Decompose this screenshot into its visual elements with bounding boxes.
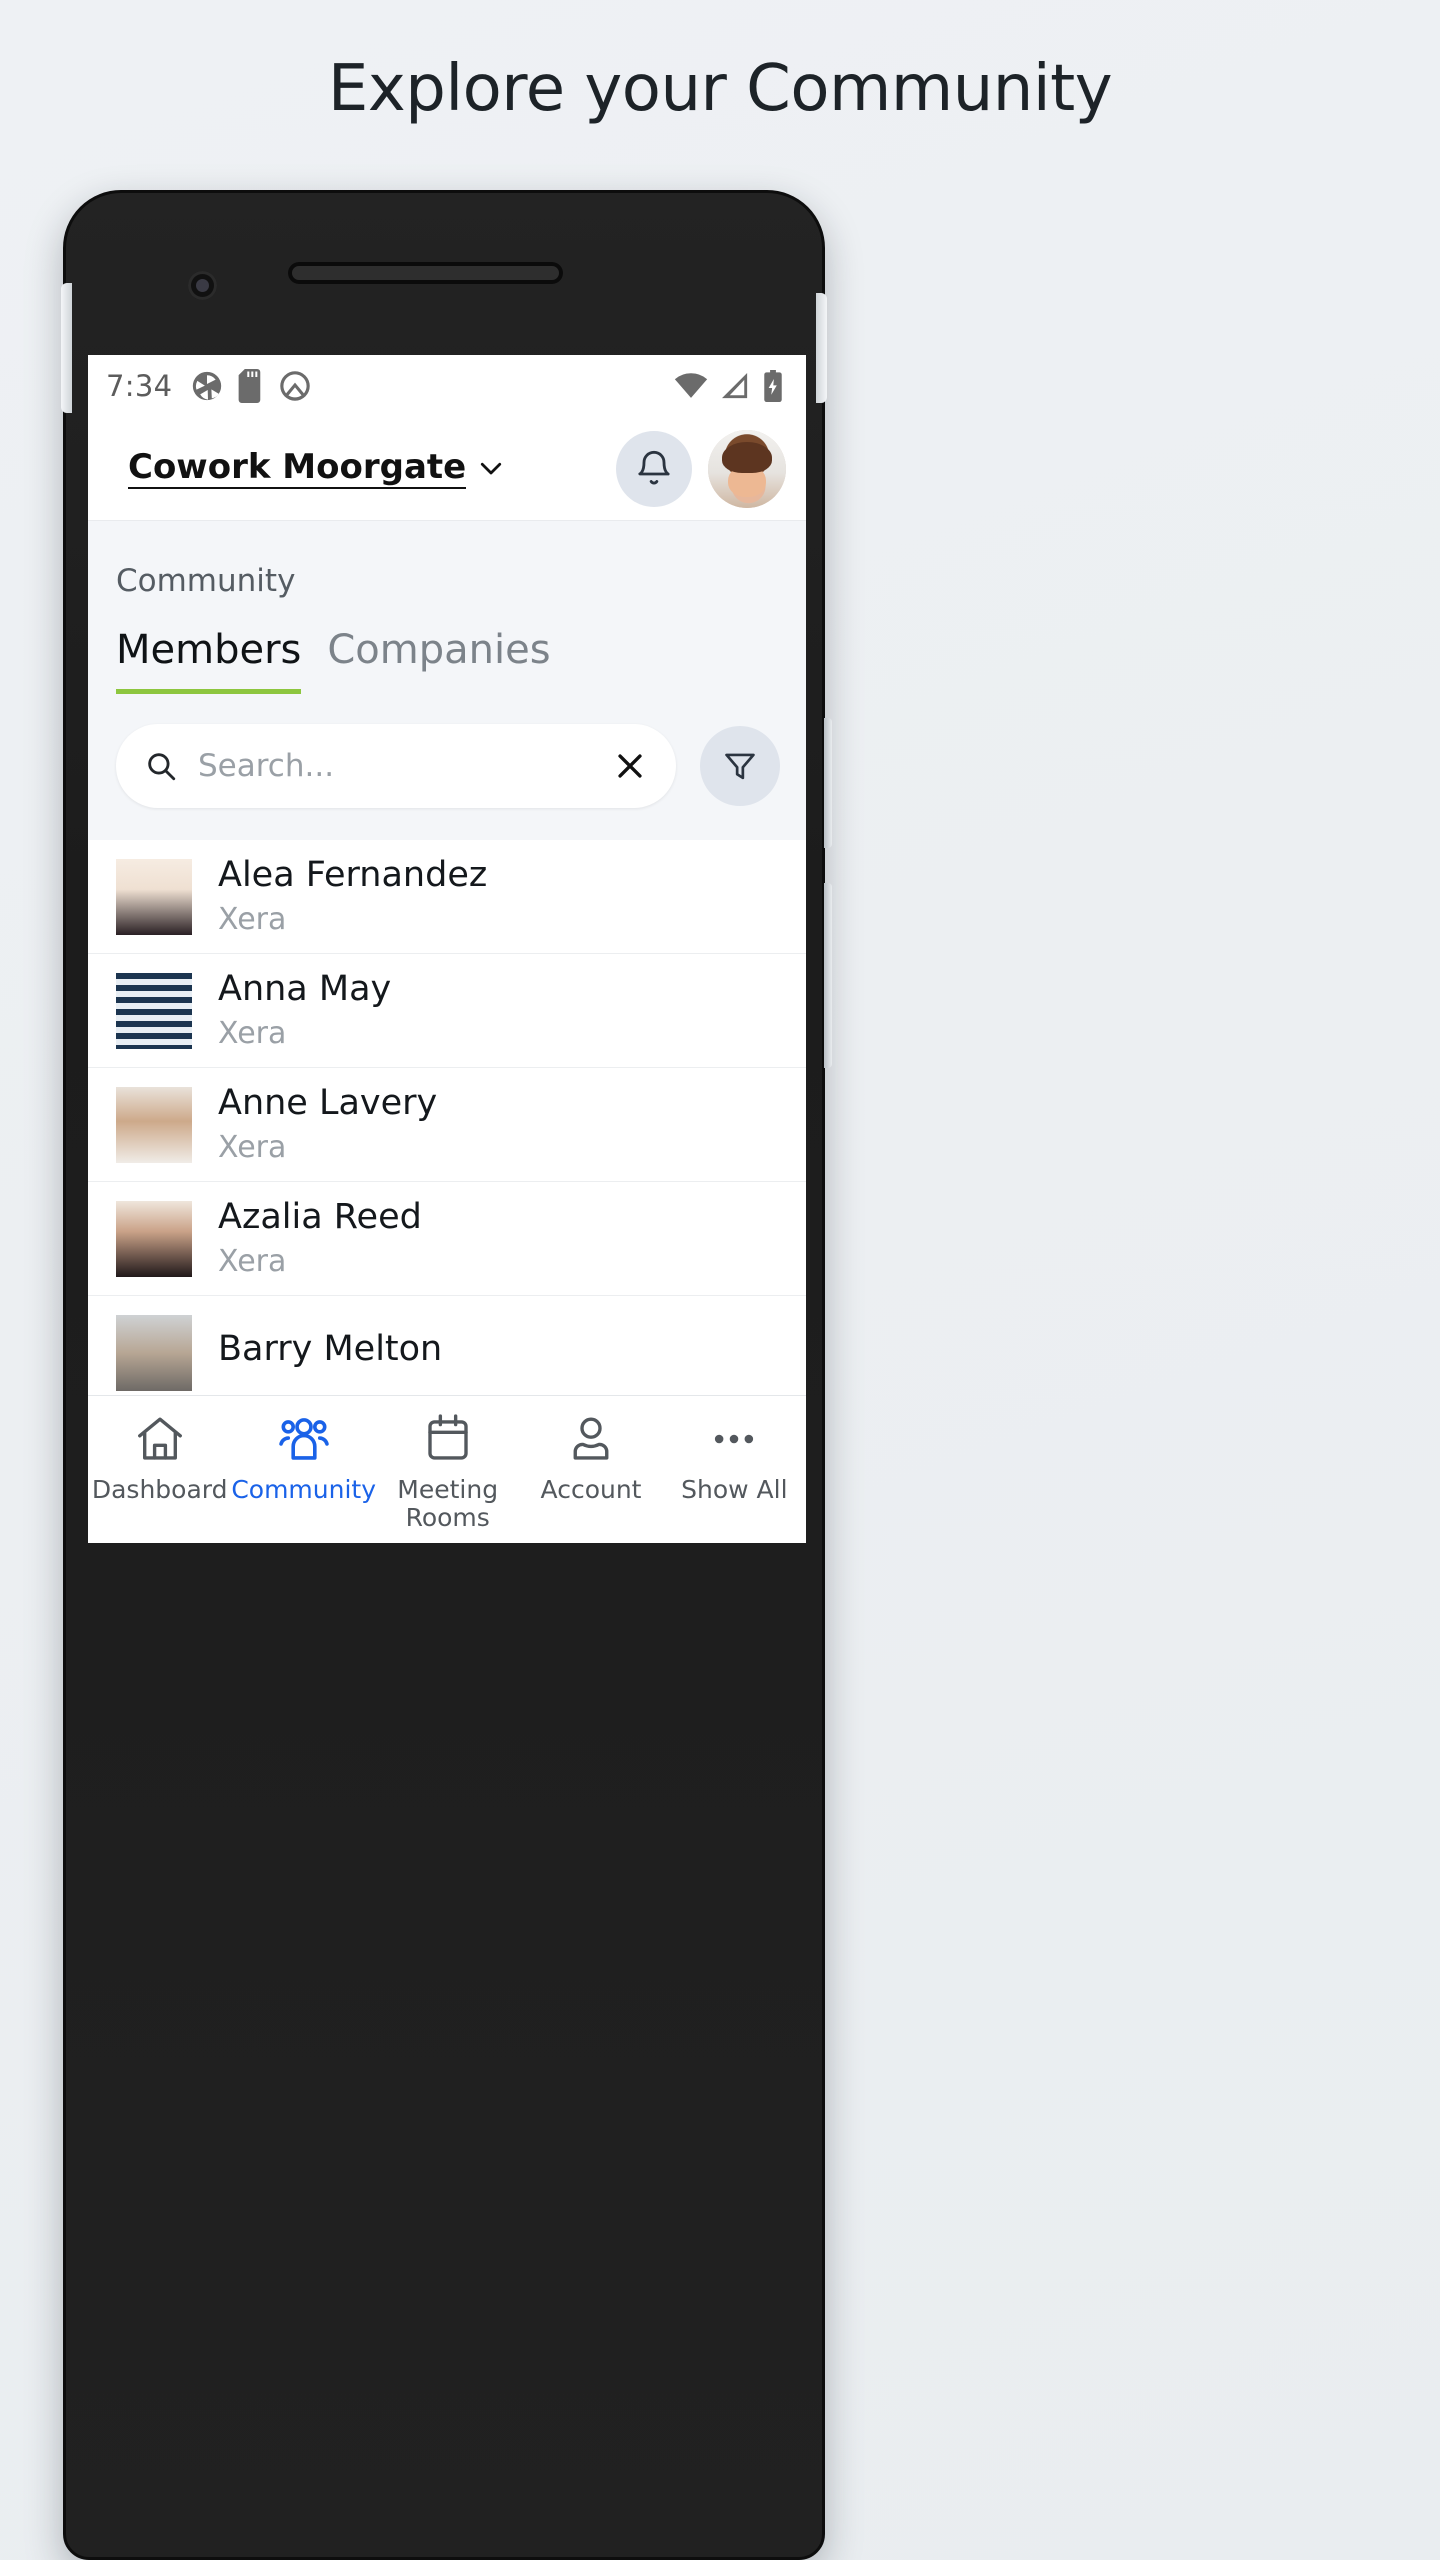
circle-slash-icon	[280, 371, 311, 401]
phone-body: 7:34 Cowork Moorgate Community Members C…	[61, 190, 832, 2560]
search-row: Search...	[88, 694, 806, 840]
sd-card-icon	[238, 369, 261, 403]
camera-shutter-icon	[193, 371, 222, 401]
member-name: Anna May	[218, 969, 392, 1010]
phone-screen: 7:34 Cowork Moorgate Community Members C…	[88, 355, 806, 1543]
search-icon	[148, 753, 176, 781]
nav-item-meeting-rooms[interactable]: Meeting Rooms	[376, 1412, 519, 1532]
community-tabs: Members Companies	[88, 599, 806, 694]
status-bar: 7:34	[88, 355, 806, 417]
status-bar-clock: 7:34	[106, 369, 173, 403]
list-item[interactable]: Azalia Reed Xera	[88, 1182, 806, 1296]
phone-edge-right	[816, 293, 827, 403]
bottom-navigation-bar: Dashboard Community Meeting Rooms Accoun…	[88, 1395, 806, 1543]
filter-button[interactable]	[700, 726, 780, 806]
bell-icon	[638, 450, 670, 484]
chevron-down-icon	[481, 463, 502, 475]
avatar	[116, 1314, 192, 1391]
search-placeholder: Search...	[198, 748, 335, 784]
member-name: Anne Lavery	[218, 1083, 438, 1124]
home-icon	[137, 1417, 182, 1460]
avatar	[116, 858, 192, 935]
filter-icon	[725, 753, 755, 780]
profile-avatar[interactable]	[708, 429, 786, 508]
member-info: Anna May Xera	[218, 969, 392, 1051]
app-top-bar: Cowork Moorgate	[88, 417, 806, 521]
nav-item-show-all[interactable]: Show All	[663, 1412, 806, 1504]
list-item[interactable]: Anne Lavery Xera	[88, 1068, 806, 1182]
section-title: Community	[116, 563, 296, 599]
member-info: Anne Lavery Xera	[218, 1083, 438, 1165]
cellular-signal-icon	[722, 373, 748, 399]
nav-label-account: Account	[540, 1475, 642, 1504]
clear-search-button[interactable]	[610, 746, 650, 786]
page-title: Explore your Community	[327, 52, 1113, 126]
member-info: Azalia Reed Xera	[218, 1197, 422, 1279]
member-name: Azalia Reed	[218, 1197, 422, 1238]
list-item[interactable]: Alea Fernandez Xera	[88, 840, 806, 954]
status-bar-left-icons	[190, 369, 312, 403]
calendar-icon	[428, 1414, 468, 1460]
close-icon	[618, 754, 642, 778]
member-info: Barry Melton	[218, 1328, 443, 1375]
member-company: Xera	[218, 1243, 287, 1279]
nav-item-account[interactable]: Account	[519, 1412, 662, 1504]
nav-label-community: Community	[231, 1475, 377, 1504]
wifi-icon	[674, 373, 708, 398]
notifications-button[interactable]	[616, 430, 692, 507]
volume-down-button[interactable]	[824, 883, 832, 1068]
nav-label-show-all: Show All	[681, 1475, 788, 1504]
front-camera-icon	[188, 271, 217, 300]
phone-edge-left	[61, 283, 72, 413]
list-item[interactable]: Barry Melton	[88, 1296, 806, 1410]
community-section-header: Community	[88, 521, 806, 599]
member-company: Xera	[218, 1015, 287, 1051]
nav-label-meeting-rooms: Meeting Rooms	[397, 1475, 499, 1532]
battery-charging-icon	[764, 370, 782, 402]
more-horizontal-icon	[715, 1434, 754, 1444]
member-company: Xera	[218, 901, 287, 937]
location-selector[interactable]: Cowork Moorgate	[128, 447, 506, 489]
member-name: Barry Melton	[218, 1328, 443, 1369]
avatar	[708, 429, 786, 508]
person-icon	[573, 1417, 609, 1460]
nav-item-dashboard[interactable]: Dashboard	[88, 1412, 231, 1504]
list-item[interactable]: Anna May Xera	[88, 954, 806, 1068]
search-input[interactable]: Search...	[116, 724, 676, 808]
member-list: Alea Fernandez Xera Anna May Xera Anne L…	[88, 840, 806, 1410]
avatar	[116, 1086, 192, 1163]
nav-item-community[interactable]: Community	[231, 1412, 376, 1504]
member-info: Alea Fernandez Xera	[218, 855, 488, 937]
tab-members[interactable]: Members	[116, 627, 302, 694]
phone-device-mockup: 7:34 Cowork Moorgate Community Members C…	[57, 190, 1384, 2560]
nav-label-dashboard: Dashboard	[91, 1475, 228, 1504]
people-icon	[278, 1418, 329, 1460]
status-bar-right-icons	[674, 370, 784, 402]
avatar	[116, 972, 192, 1049]
volume-up-button[interactable]	[824, 718, 832, 848]
member-name: Alea Fernandez	[218, 855, 488, 896]
avatar	[116, 1200, 192, 1277]
member-company: Xera	[218, 1129, 287, 1165]
earpiece-speaker	[288, 262, 563, 284]
tab-companies[interactable]: Companies	[327, 627, 550, 694]
location-name: Cowork Moorgate	[128, 447, 467, 489]
